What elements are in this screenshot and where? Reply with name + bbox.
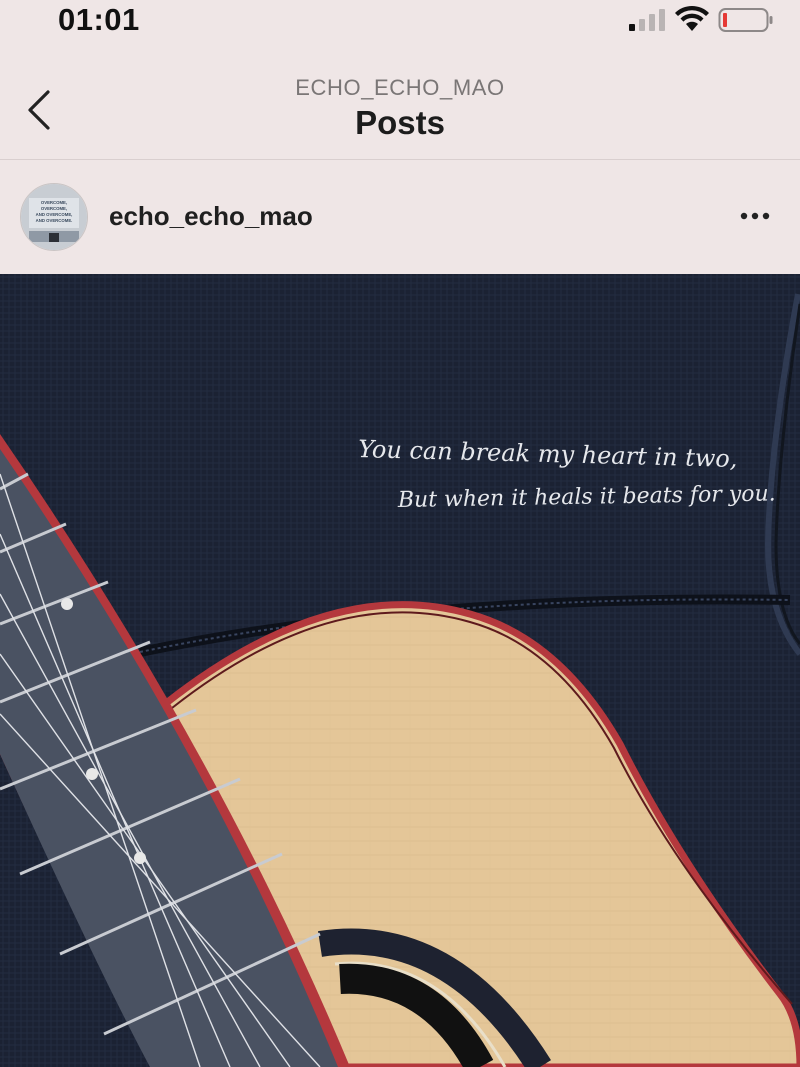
post-username[interactable]: echo_echo_mao (109, 201, 313, 232)
profile-username-title: ECHO_ECHO_MAO (295, 75, 505, 100)
nav-header: ECHO_ECHO_MAO Posts (0, 44, 800, 160)
more-options-button[interactable] (730, 202, 780, 230)
svg-text:OVERCOME,: OVERCOME, (41, 206, 67, 211)
page-title: Posts (355, 104, 445, 141)
status-bar: 01:01 (0, 0, 800, 44)
cellular-signal-icon (629, 9, 665, 31)
post-header: OVERCOME, OVERCOME, AND OVERCOME, AND OV… (0, 160, 800, 274)
wifi-icon (675, 5, 709, 31)
status-time: 01:01 (58, 2, 140, 37)
post-image[interactable]: You can break my heart in two, But when … (0, 274, 800, 1067)
svg-text:OVERCOME,: OVERCOME, (41, 200, 67, 205)
battery-low-icon (718, 8, 773, 32)
svg-text:AND OVERCOME.: AND OVERCOME. (36, 218, 73, 223)
svg-text:AND OVERCOME,: AND OVERCOME, (36, 212, 73, 217)
avatar[interactable]: OVERCOME, OVERCOME, AND OVERCOME, AND OV… (20, 183, 88, 251)
more-horizontal-icon (740, 212, 770, 220)
